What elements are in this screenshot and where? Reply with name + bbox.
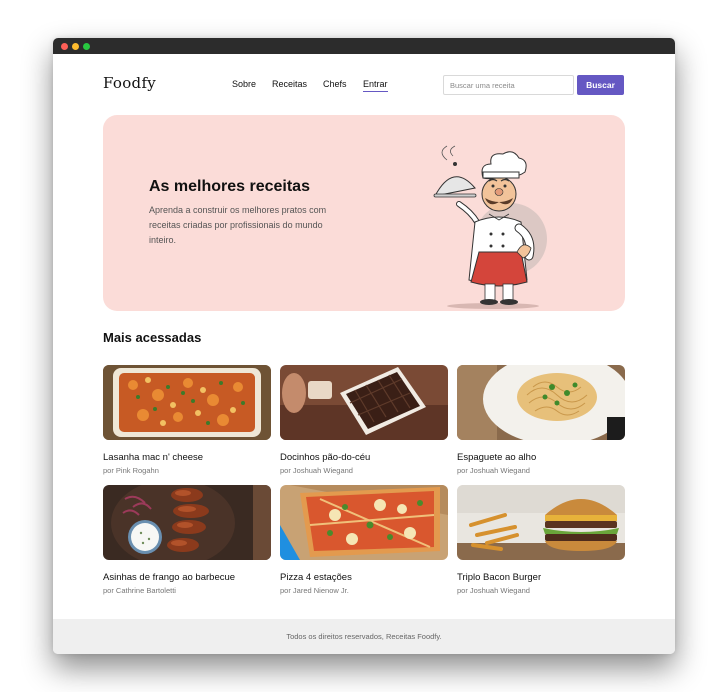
hero-banner: As melhores receitas Aprenda a construir…: [103, 115, 625, 311]
recipe-title[interactable]: Asinhas de frango ao barbecue: [103, 572, 235, 583]
hero-title: As melhores receitas: [149, 178, 310, 195]
maximize-window-button[interactable]: [83, 43, 90, 50]
recipe-card[interactable]: Docinhos pão-do-céu por Joshuah Wiegand: [280, 365, 448, 475]
page-footer: Todos os direitos reservados, Receitas F…: [53, 619, 675, 654]
nav-link-receitas[interactable]: Receitas: [272, 79, 307, 89]
search-input[interactable]: [443, 75, 574, 95]
recipe-image-asinhas[interactable]: [103, 485, 271, 560]
browser-window: Foodfy Sobre Receitas Chefs Entrar Busca…: [53, 38, 675, 654]
recipe-title[interactable]: Docinhos pão-do-céu: [280, 452, 370, 463]
recipe-image-espaguete[interactable]: [457, 365, 625, 440]
recipe-card[interactable]: Triplo Bacon Burger por Joshuah Wiegand: [457, 485, 625, 595]
recipe-author: por Jared Nienow Jr.: [280, 586, 349, 595]
recipe-image-burger[interactable]: [457, 485, 625, 560]
minimize-window-button[interactable]: [72, 43, 79, 50]
chef-illustration: [433, 145, 547, 309]
recipe-title[interactable]: Espaguete ao alho: [457, 452, 536, 463]
recipe-image-docinhos[interactable]: [280, 365, 448, 440]
recipe-title[interactable]: Pizza 4 estações: [280, 572, 352, 583]
recipe-title[interactable]: Lasanha mac n' cheese: [103, 452, 203, 463]
recipe-card[interactable]: Lasanha mac n' cheese por Pink Rogahn: [103, 365, 271, 475]
recipe-card[interactable]: Asinhas de frango ao barbecue por Cathri…: [103, 485, 271, 595]
recipe-card[interactable]: Pizza 4 estações por Jared Nienow Jr.: [280, 485, 448, 595]
footer-text: Todos os direitos reservados, Receitas F…: [286, 632, 442, 641]
recipe-author: por Joshuah Wiegand: [457, 466, 530, 475]
recipe-author: por Joshuah Wiegand: [457, 586, 530, 595]
recipe-author: por Pink Rogahn: [103, 466, 159, 475]
window-titlebar: [53, 38, 675, 54]
nav-link-entrar[interactable]: Entrar: [363, 79, 388, 92]
recipe-image-lasanha[interactable]: [103, 365, 271, 440]
site-logo[interactable]: Foodfy: [103, 74, 156, 92]
section-title: Mais acessadas: [103, 330, 202, 345]
recipe-author: por Joshuah Wiegand: [280, 466, 353, 475]
recipe-image-pizza[interactable]: [280, 485, 448, 560]
nav-link-chefs[interactable]: Chefs: [323, 79, 347, 89]
close-window-button[interactable]: [61, 43, 68, 50]
hero-description: Aprenda a construir os melhores pratos c…: [149, 205, 327, 245]
recipe-card[interactable]: Espaguete ao alho por Joshuah Wiegand: [457, 365, 625, 475]
nav-link-sobre[interactable]: Sobre: [232, 79, 256, 89]
search-button[interactable]: Buscar: [577, 75, 624, 95]
recipe-title[interactable]: Triplo Bacon Burger: [457, 572, 541, 583]
recipe-author: por Cathrine Bartoletti: [103, 586, 176, 595]
